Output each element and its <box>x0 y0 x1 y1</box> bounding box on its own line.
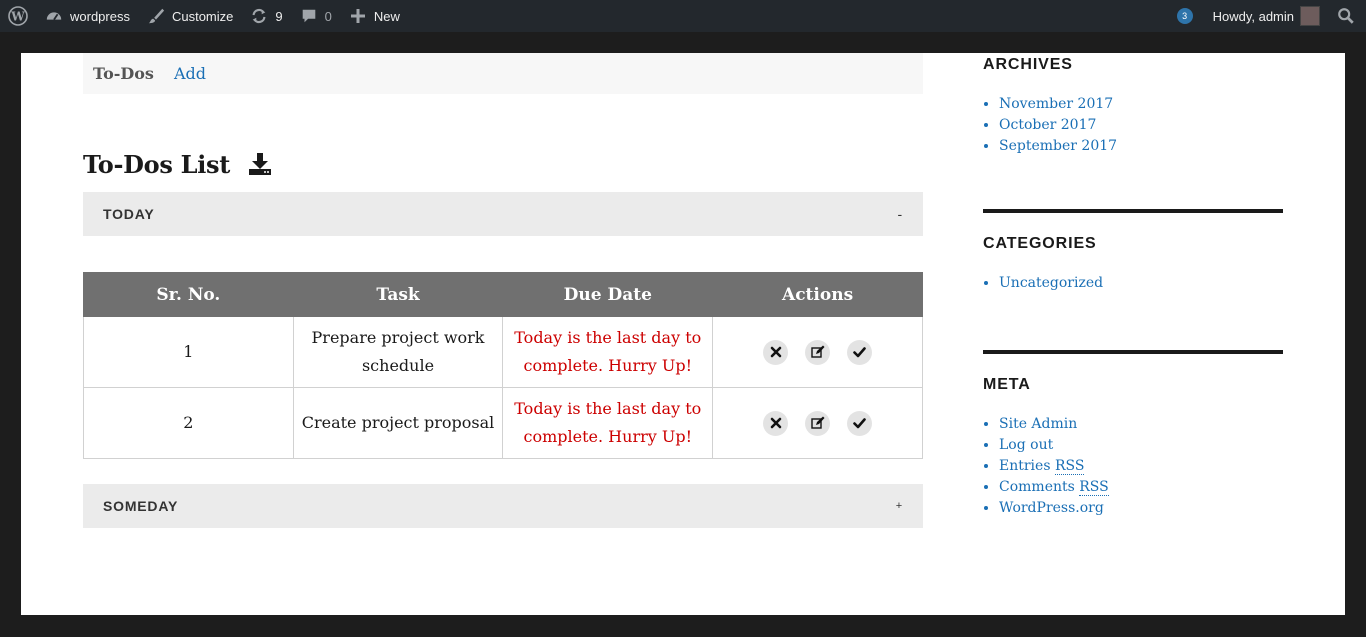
expand-toggle[interactable]: + <box>896 500 903 512</box>
section-someday-label: SOMEDAY <box>103 498 179 514</box>
delete-button[interactable] <box>763 339 789 365</box>
widget-categories: CATEGORIES Uncategorized <box>983 213 1283 294</box>
page-content: To-Dos Add To-Dos List TODAY - Sr. No. T… <box>21 53 1345 615</box>
category-link[interactable]: Uncategorized <box>999 275 1103 291</box>
sidebar: ARCHIVES November 2017 October 2017 Sept… <box>983 53 1283 519</box>
todos-list-header: To-Dos List <box>83 149 923 179</box>
archives-list: November 2017 October 2017 September 201… <box>983 94 1283 157</box>
column-header-sr-no: Sr. No. <box>83 272 294 317</box>
comment-icon <box>299 6 319 26</box>
site-admin-link[interactable]: Site Admin <box>999 416 1077 432</box>
wordpress-logo-icon: W <box>8 6 28 26</box>
meta-list: Site Admin Log out Entries RSS Comments … <box>983 414 1283 519</box>
log-out-link[interactable]: Log out <box>999 437 1053 453</box>
list-item[interactable]: October 2017 <box>999 115 1283 136</box>
main-column: To-Dos Add To-Dos List TODAY - Sr. No. T… <box>83 53 923 528</box>
archive-link[interactable]: October 2017 <box>999 117 1096 133</box>
close-icon <box>770 417 781 429</box>
site-name-label: wordpress <box>70 8 130 24</box>
complete-button[interactable] <box>847 339 873 365</box>
admin-bar: W wordpress Customize 9 0 New 3 Howdy, a… <box>0 0 1366 32</box>
checkmark-icon <box>853 417 866 428</box>
section-today-header[interactable]: TODAY - <box>83 192 923 236</box>
edit-button[interactable] <box>805 339 831 365</box>
todos-subnav: To-Dos Add <box>83 53 923 94</box>
widget-title-archives: ARCHIVES <box>983 56 1073 73</box>
widget-title-categories: CATEGORIES <box>983 235 1097 252</box>
column-header-due-date: Due Date <box>502 272 714 317</box>
customize-label: Customize <box>171 8 234 24</box>
complete-button[interactable] <box>847 410 873 436</box>
edit-icon <box>810 416 825 429</box>
list-item[interactable]: Entries RSS <box>999 456 1283 477</box>
avatar <box>1300 6 1320 26</box>
row-due-date: Today is the last day to complete. Hurry… <box>502 316 714 388</box>
list-item[interactable]: September 2017 <box>999 136 1283 157</box>
section-today-label: TODAY <box>103 206 155 222</box>
section-someday-header[interactable]: SOMEDAY + <box>83 484 923 528</box>
delete-button[interactable] <box>763 410 789 436</box>
customize-menu[interactable]: Customize <box>138 0 241 32</box>
row-sr-no: 1 <box>83 316 294 388</box>
search-toggle[interactable] <box>1326 0 1366 32</box>
collapse-toggle[interactable]: - <box>898 206 903 222</box>
updates-menu[interactable]: 9 <box>241 0 290 32</box>
my-account-menu[interactable]: Howdy, admin <box>1207 0 1326 32</box>
subnav-add-link[interactable]: Add <box>174 64 206 83</box>
notification-badge[interactable]: 3 <box>1176 8 1193 24</box>
search-icon <box>1336 6 1356 26</box>
subnav-current-todos[interactable]: To-Dos <box>93 64 154 83</box>
download-icon[interactable] <box>248 152 272 176</box>
list-item[interactable]: Comments RSS <box>999 477 1283 498</box>
list-item[interactable]: November 2017 <box>999 94 1283 115</box>
updates-count: 9 <box>275 8 283 24</box>
categories-list: Uncategorized <box>983 273 1283 294</box>
row-task: Prepare project work schedule <box>292 316 504 388</box>
howdy-label: Howdy, admin <box>1212 8 1294 24</box>
list-item[interactable]: Log out <box>999 435 1283 456</box>
list-item[interactable]: Site Admin <box>999 414 1283 435</box>
row-actions <box>712 316 923 388</box>
updates-icon <box>249 6 269 26</box>
close-icon <box>770 346 781 358</box>
row-actions <box>712 387 923 459</box>
table-header-row: Sr. No. Task Due Date Actions <box>83 272 923 317</box>
archive-link[interactable]: November 2017 <box>999 96 1113 112</box>
comments-feed-link[interactable]: Comments <box>999 479 1075 495</box>
new-label: New <box>373 8 400 24</box>
column-header-task: Task <box>292 272 504 317</box>
widget-meta: META Site Admin Log out Entries RSS Comm… <box>983 354 1283 519</box>
wordpress-org-link[interactable]: WordPress.org <box>999 500 1104 516</box>
plus-icon <box>348 6 368 26</box>
row-task: Create project proposal <box>292 387 504 459</box>
column-header-actions: Actions <box>712 272 923 317</box>
edit-icon <box>810 345 825 358</box>
table-row: 1 Prepare project work schedule Today is… <box>83 316 923 388</box>
row-sr-no: 2 <box>83 387 294 459</box>
rss-abbr: RSS <box>1054 458 1085 475</box>
paintbrush-icon <box>146 6 166 26</box>
todos-table: Sr. No. Task Due Date Actions 1 Prepare … <box>83 272 923 459</box>
entries-feed-link[interactable]: Entries <box>999 458 1051 474</box>
page-title: To-Dos List <box>83 149 231 179</box>
svg-text:W: W <box>10 10 25 24</box>
comments-count: 0 <box>324 8 332 24</box>
dashboard-icon <box>44 6 64 26</box>
widget-title-meta: META <box>983 376 1031 393</box>
row-due-date: Today is the last day to complete. Hurry… <box>502 387 714 459</box>
edit-button[interactable] <box>805 410 831 436</box>
wordpress-logo-menu[interactable]: W <box>0 0 36 32</box>
widget-archives: ARCHIVES November 2017 October 2017 Sept… <box>983 53 1283 157</box>
comments-menu[interactable]: 0 <box>291 0 340 32</box>
archive-link[interactable]: September 2017 <box>999 138 1117 154</box>
rss-abbr: RSS <box>1079 479 1109 496</box>
checkmark-icon <box>853 346 866 357</box>
site-name-menu[interactable]: wordpress <box>36 0 138 32</box>
list-item[interactable]: WordPress.org <box>999 498 1283 519</box>
new-content-menu[interactable]: New <box>340 0 408 32</box>
table-row: 2 Create project proposal Today is the l… <box>83 387 923 459</box>
list-item[interactable]: Uncategorized <box>999 273 1283 294</box>
